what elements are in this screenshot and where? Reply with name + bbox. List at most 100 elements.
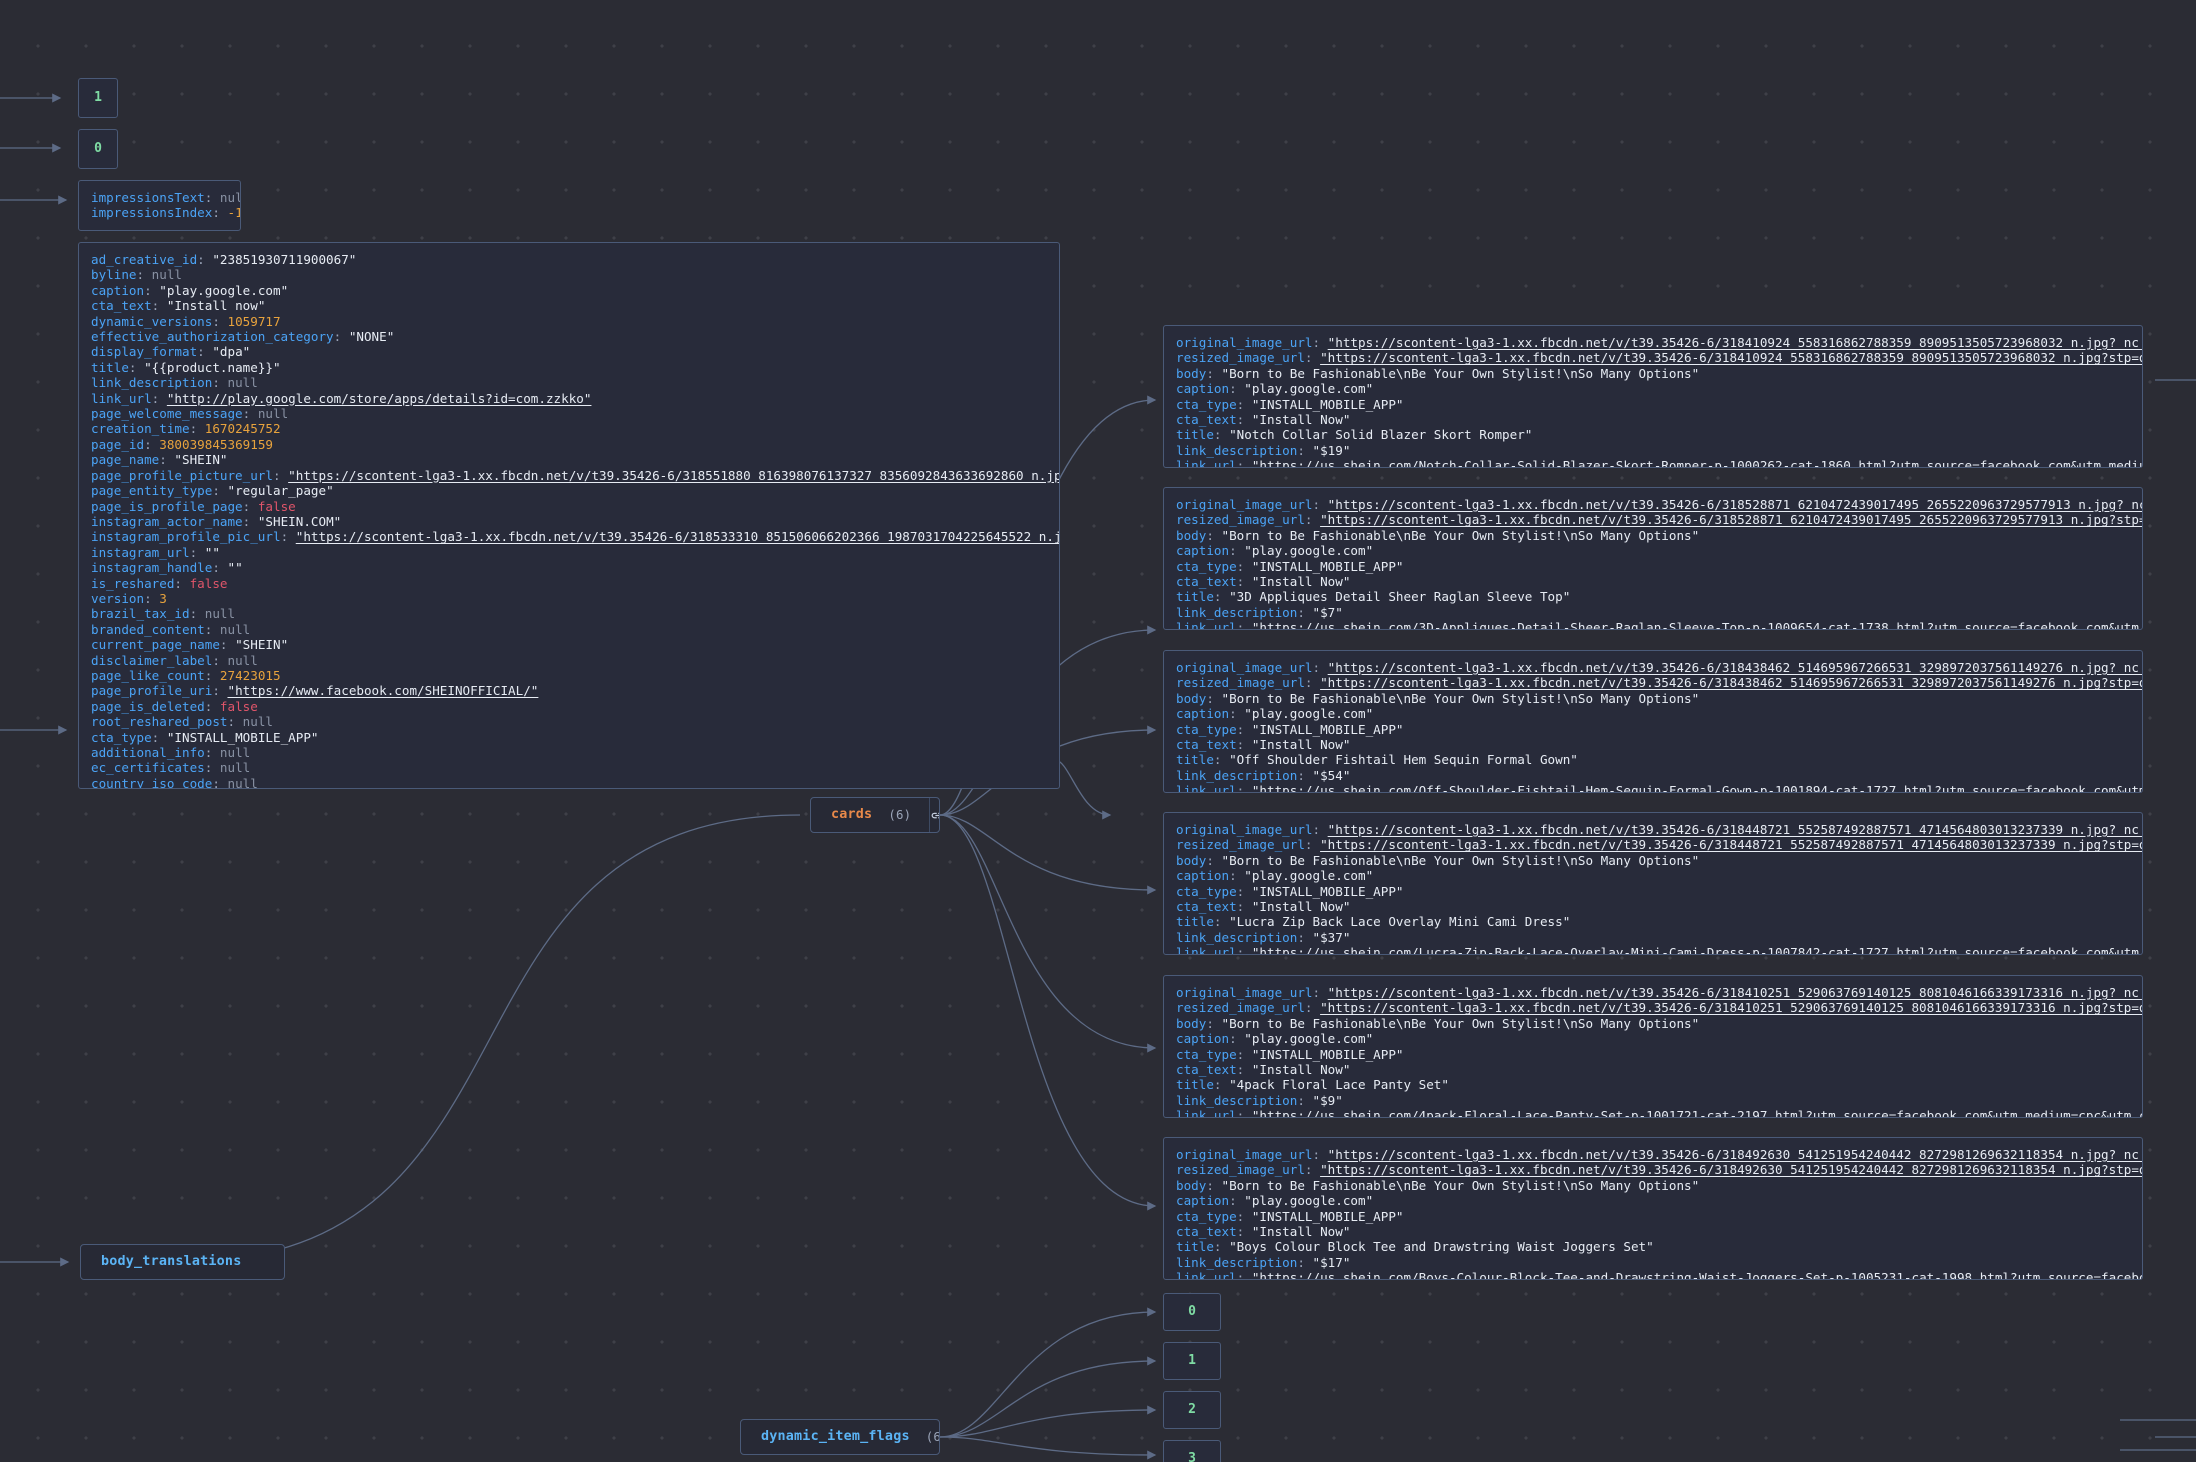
node-scalar-0[interactable]: 0: [78, 129, 118, 169]
json-key: link_description: [91, 375, 212, 390]
json-value-link[interactable]: "https://scontent-lga3-1.xx.fbcdn.net/v/…: [1320, 512, 2143, 527]
link-icon[interactable]: [929, 798, 940, 832]
json-colon: :: [1229, 1031, 1244, 1046]
node-dynamic-item-flags[interactable]: dynamic_item_flags (6): [740, 1419, 940, 1455]
row: caption: "play.google.com": [1176, 543, 2130, 558]
row: original_image_url: "https://scontent-lg…: [1176, 660, 2130, 675]
json-value: "Off Shoulder Fishtail Hem Sequin Formal…: [1229, 752, 1578, 767]
dynamic-item-flags-count: (6): [926, 1429, 940, 1444]
json-value-link[interactable]: "https://scontent-lga3-1.xx.fbcdn.net/v/…: [1328, 497, 2143, 512]
json-key: page_profile_picture_url: [91, 468, 273, 483]
json-value-link[interactable]: "https://scontent-lga3-1.xx.fbcdn.net/v/…: [288, 468, 1060, 483]
node-flag-1[interactable]: 1: [1163, 1342, 1221, 1380]
row: impressionsIndex: -1: [91, 205, 228, 220]
json-key: cta_text: [1176, 899, 1237, 914]
row: link_description: "$54": [1176, 768, 2130, 783]
row: resized_image_url: "https://scontent-lga…: [1176, 837, 2130, 852]
json-value: "": [205, 545, 220, 560]
json-colon: :: [1206, 691, 1221, 706]
row: cta_text: "Install now": [91, 298, 1047, 313]
json-key: cta_type: [1176, 559, 1237, 574]
node-ad-creative[interactable]: ad_creative_id: "23851930711900067"bylin…: [78, 242, 1060, 789]
json-key: link_url: [91, 391, 152, 406]
node-cards[interactable]: cards (6): [810, 797, 940, 833]
json-value: "INSTALL_MOBILE_APP": [1252, 1209, 1404, 1224]
json-value-link[interactable]: "http://play.google.com/store/apps/detai…: [167, 391, 592, 406]
row: link_url: "https://us.shein.com/4pack-Fl…: [1176, 1108, 2130, 1118]
json-key: impressionsIndex: [91, 205, 212, 220]
json-colon: :: [1237, 1224, 1252, 1239]
json-value-link[interactable]: "https://scontent-lga3-1.xx.fbcdn.net/v/…: [1320, 1000, 2143, 1015]
json-key: link_url: [1176, 945, 1237, 955]
json-key: brazil_tax_id: [91, 606, 190, 621]
json-key: cta_type: [1176, 1047, 1237, 1062]
json-colon: :: [227, 714, 242, 729]
scalar-value: 2: [1188, 1402, 1196, 1417]
json-value-link[interactable]: "https://us.shein.com/Notch-Collar-Solid…: [1252, 458, 2143, 468]
json-key: original_image_url: [1176, 497, 1312, 512]
row: resized_image_url: "https://scontent-lga…: [1176, 512, 2130, 527]
json-colon: :: [1214, 589, 1229, 604]
json-value-link[interactable]: "https://scontent-lga3-1.xx.fbcdn.net/v/…: [1328, 335, 2143, 350]
row: link_description: "$19": [1176, 443, 2130, 458]
json-value: 1670245752: [205, 421, 281, 436]
node-card-1[interactable]: original_image_url: "https://scontent-lg…: [1163, 487, 2143, 630]
cards-label: cards (6): [811, 798, 929, 832]
json-value-link[interactable]: "https://us.shein.com/Lucra-Zip-Back-Lac…: [1252, 945, 2143, 955]
node-scalar-1[interactable]: 1: [78, 78, 118, 118]
node-card-2[interactable]: original_image_url: "https://scontent-lg…: [1163, 650, 2143, 793]
node-flag-0[interactable]: 0: [1163, 1293, 1221, 1331]
node-card-5[interactable]: original_image_url: "https://scontent-lg…: [1163, 1137, 2143, 1280]
row: link_url: "https://us.shein.com/Off-Shou…: [1176, 783, 2130, 793]
json-value-link[interactable]: "https://scontent-lga3-1.xx.fbcdn.net/v/…: [1328, 1147, 2143, 1162]
node-impressions[interactable]: impressionsText: null impressionsIndex: …: [78, 180, 241, 231]
json-colon: :: [144, 591, 159, 606]
json-key: ec_certificates: [91, 760, 205, 775]
json-value-link[interactable]: "https://scontent-lga3-1.xx.fbcdn.net/v/…: [1320, 350, 2143, 365]
json-value-link[interactable]: "https://us.shein.com/Boys-Colour-Block-…: [1252, 1270, 2143, 1280]
json-colon: :: [281, 529, 296, 544]
node-card-3[interactable]: original_image_url: "https://scontent-lg…: [1163, 812, 2143, 955]
json-colon: :: [1237, 783, 1252, 793]
json-key: original_image_url: [1176, 822, 1312, 837]
json-value-link[interactable]: "https://scontent-lga3-1.xx.fbcdn.net/v/…: [1328, 822, 2143, 837]
json-value: null: [220, 622, 250, 637]
json-value: "regular_page": [228, 483, 334, 498]
json-value-link[interactable]: "https://scontent-lga3-1.xx.fbcdn.net/v/…: [1320, 1162, 2143, 1177]
json-value-link[interactable]: "https://scontent-lga3-1.xx.fbcdn.net/v/…: [1328, 985, 2143, 1000]
row: cta_type: "INSTALL_MOBILE_APP": [1176, 884, 2130, 899]
json-value-link[interactable]: "https://www.facebook.com/SHEINOFFICIAL/…: [228, 683, 539, 698]
node-body-translations[interactable]: body_translations: [80, 1244, 285, 1280]
row: caption: "play.google.com": [1176, 1193, 2130, 1208]
node-card-4[interactable]: original_image_url: "https://scontent-lg…: [1163, 975, 2143, 1118]
json-colon: :: [243, 406, 258, 421]
json-value-link[interactable]: "https://scontent-lga3-1.xx.fbcdn.net/v/…: [296, 529, 1060, 544]
json-value-link[interactable]: "https://scontent-lga3-1.xx.fbcdn.net/v/…: [1320, 675, 2143, 690]
json-value-link[interactable]: "https://us.shein.com/4pack-Floral-Lace-…: [1252, 1108, 2143, 1118]
json-value: "SHEIN": [235, 637, 288, 652]
json-value: "play.google.com": [159, 283, 288, 298]
row: title: "3D Appliques Detail Sheer Raglan…: [1176, 589, 2130, 604]
json-graph-canvas[interactable]: 1 0 impressionsText: null impressionsInd…: [0, 0, 2196, 1462]
json-value-link[interactable]: "https://us.shein.com/3D-Appliques-Detai…: [1252, 620, 2143, 630]
json-colon: :: [1312, 660, 1327, 675]
json-key: cta_text: [91, 298, 152, 313]
json-key: resized_image_url: [1176, 512, 1305, 527]
node-card-0[interactable]: original_image_url: "https://scontent-lg…: [1163, 325, 2143, 468]
json-value-link[interactable]: "https://scontent-lga3-1.xx.fbcdn.net/v/…: [1320, 837, 2143, 852]
node-flag-3[interactable]: 3: [1163, 1440, 1221, 1462]
json-colon: :: [220, 637, 235, 652]
json-key: link_url: [1176, 1108, 1237, 1118]
json-value-link[interactable]: "https://scontent-lga3-1.xx.fbcdn.net/v/…: [1328, 660, 2143, 675]
json-colon: :: [212, 776, 227, 789]
row: cta_text: "Install Now": [1176, 574, 2130, 589]
json-key: caption: [1176, 1193, 1229, 1208]
node-flag-2[interactable]: 2: [1163, 1391, 1221, 1429]
row: body: "Born to Be Fashionable\nBe Your O…: [1176, 1178, 2130, 1193]
row: link_description: "$17": [1176, 1255, 2130, 1270]
json-key: link_description: [1176, 768, 1297, 783]
json-value-link[interactable]: "https://us.shein.com/Off-Shoulder-Fisht…: [1252, 783, 2143, 793]
json-colon: :: [1206, 366, 1221, 381]
json-colon: :: [1229, 543, 1244, 558]
json-colon: :: [1206, 853, 1221, 868]
